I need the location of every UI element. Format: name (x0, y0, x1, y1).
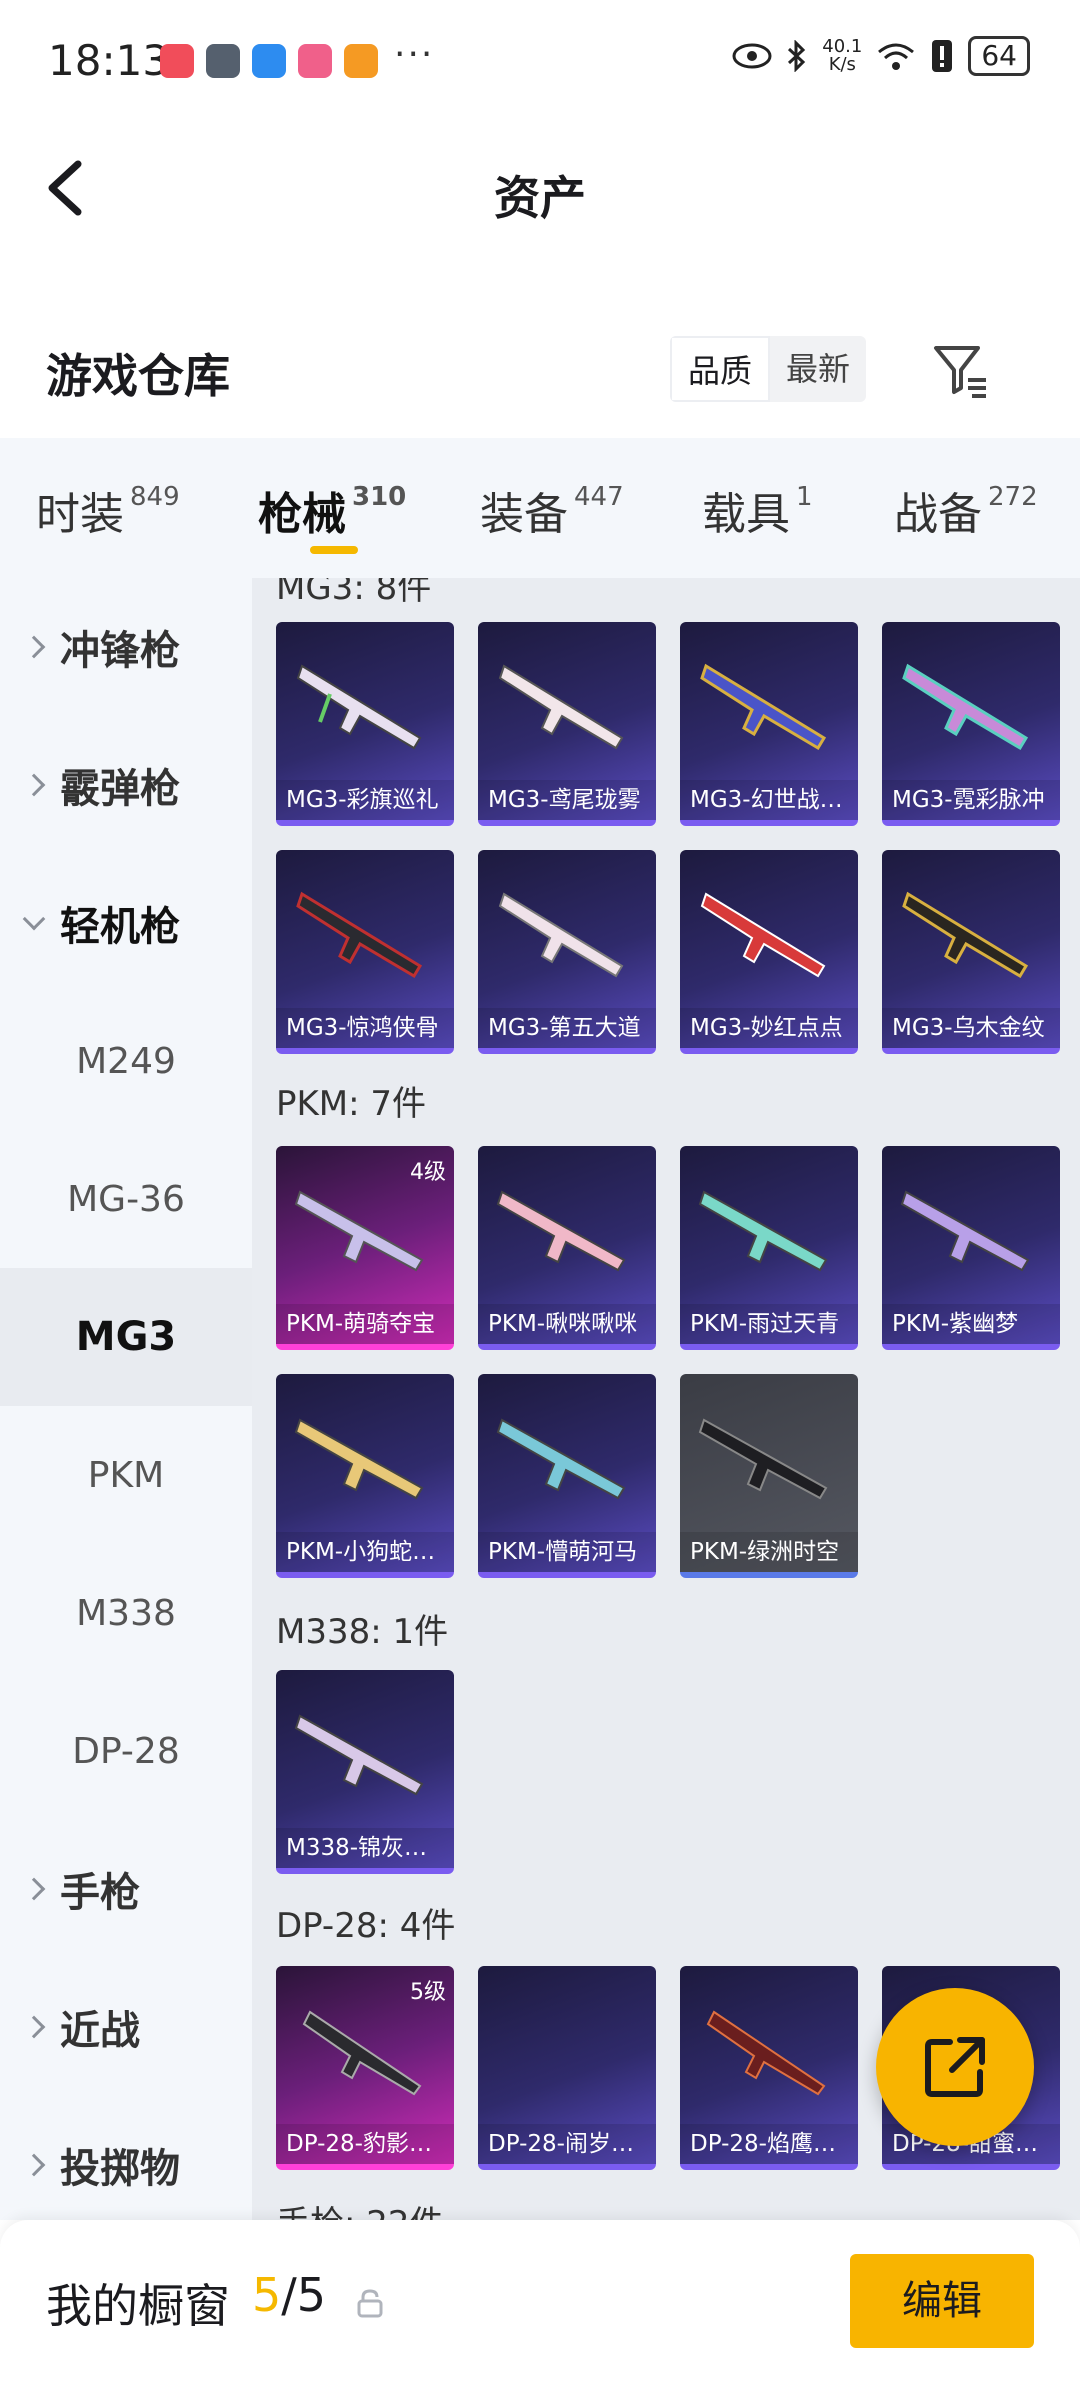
skin-card[interactable]: PKM-紫幽梦 (882, 1146, 1060, 1350)
sort-quality-button[interactable]: 品质 (670, 336, 771, 402)
section-heading-pistol: 手枪: 22件 (276, 2196, 444, 2220)
skin-card[interactable]: MG3-彩旗巡礼 (276, 622, 454, 826)
active-tab-indicator (310, 546, 358, 554)
sort-toggle: 品质 最新 (670, 336, 867, 402)
lmg-icon (296, 664, 422, 750)
lmg-icon (496, 1190, 626, 1272)
chevron-right-icon (22, 635, 46, 659)
chevron-right-icon (22, 2153, 46, 2177)
game-app-icon (206, 44, 240, 78)
skin-card[interactable]: 4级 PKM-萌骑夺宝 (276, 1146, 454, 1350)
section-heading-pkm: PKM: 7件 (276, 1084, 427, 1124)
sort-latest-button[interactable]: 最新 (770, 336, 866, 402)
sidebar-item-melee[interactable]: 近战 (0, 1958, 252, 2096)
wifi-icon (878, 43, 915, 70)
showcase-bar: 我的橱窗 5/5 编辑 (0, 2220, 1080, 2382)
bluetooth-icon (788, 40, 806, 72)
filter-icon[interactable] (930, 340, 990, 400)
level-badge: 5级 (410, 1980, 446, 2005)
skin-card[interactable]: 5级 DP-28-豹影… (276, 1966, 454, 2170)
lmg-icon (902, 663, 1029, 751)
skin-card[interactable]: PKM-懵萌河马 (478, 1374, 656, 1578)
weapon-type-sidebar: 冲锋枪 霰弹枪 轻机枪 M249 MG-36 MG3 PKM M338 DP-2… (0, 578, 252, 2220)
skin-card[interactable]: MG3-第五大道 (478, 850, 656, 1054)
tab-equipment[interactable]: 装备 447 (480, 478, 624, 542)
lmg-icon (900, 1190, 1030, 1272)
skin-card[interactable]: PKM-绿洲时空 (680, 1374, 858, 1578)
network-speed: 40.1 K/s (822, 36, 863, 75)
edit-button[interactable]: 编辑 (850, 2254, 1034, 2348)
notification-icons (160, 44, 378, 78)
skin-card[interactable]: MG3-幻世战… (680, 622, 858, 826)
category-tabs: 时装 849 枪械 310 装备 447 载具 1 战备 272 (0, 438, 1080, 578)
lmg-icon (496, 1418, 626, 1500)
lock-icon (357, 2289, 383, 2318)
showcase-label: 我的橱窗 (46, 2279, 230, 2333)
skin-card[interactable]: PKM-啾咪啾咪 (478, 1146, 656, 1350)
share-fab-button[interactable] (876, 1988, 1034, 2146)
share-external-icon (925, 2037, 985, 2097)
shopping-app-icon (160, 44, 194, 78)
sidebar-item-lmg[interactable]: 轻机枪 (0, 854, 252, 992)
lmg-icon (296, 891, 423, 979)
lmg-icon (700, 892, 826, 978)
skin-card[interactable]: PKM-雨过天青 (680, 1146, 858, 1350)
status-bar: 18:13 ··· 40.1 K/s 64 (0, 0, 1080, 120)
bluetooth-app-icon (252, 44, 286, 78)
skin-card[interactable]: MG3-鸢尾珑雾 (478, 622, 656, 826)
page-title: 资产 (494, 171, 586, 225)
sidebar-item-m338[interactable]: M338 (0, 1544, 252, 1682)
sidebar-item-mg3[interactable]: MG3 (0, 1268, 252, 1406)
more-notifications-icon: ··· (394, 34, 435, 75)
sidebar-item-m249[interactable]: M249 (0, 992, 252, 1130)
lmg-icon (902, 891, 1029, 979)
chevron-right-icon (22, 1877, 46, 1901)
skin-card[interactable]: MG3-妙红点点 (680, 850, 858, 1054)
showcase-count: 5/5 (252, 2268, 327, 2322)
lmg-icon (498, 892, 624, 978)
sidebar-item-mg36[interactable]: MG-36 (0, 1130, 252, 1268)
sidebar-item-shotgun[interactable]: 霰弹枪 (0, 716, 252, 854)
tab-vehicles[interactable]: 载具 1 (702, 478, 813, 542)
status-time: 18:13 (48, 36, 170, 85)
alert-icon (932, 40, 953, 72)
lmg-icon (706, 2010, 826, 2096)
tab-firearms[interactable]: 枪械 310 (258, 478, 406, 542)
lmg-icon (698, 1190, 828, 1272)
skin-card[interactable]: DP-28-闹岁… (478, 1966, 656, 2170)
warehouse-title: 游戏仓库 (46, 349, 230, 403)
lmg-icon (294, 1714, 424, 1796)
chevron-right-icon (22, 773, 46, 797)
skin-card[interactable]: MG3-惊鸿侠骨 (276, 850, 454, 1054)
sidebar-item-throwables[interactable]: 投掷物 (0, 2096, 252, 2234)
tab-supplies[interactable]: 战备 272 (894, 478, 1038, 542)
skin-card[interactable]: M338-锦灰… (276, 1670, 454, 1874)
title-bar: 资产 (0, 120, 1080, 260)
status-right: 40.1 K/s 64 (732, 36, 1030, 76)
sidebar-item-smg[interactable]: 冲锋枪 (0, 578, 252, 716)
sidebar-item-pistol[interactable]: 手枪 (0, 1820, 252, 1958)
sidebar-item-pkm[interactable]: PKM (0, 1406, 252, 1544)
lmg-icon (498, 664, 624, 750)
video-app-icon (344, 44, 378, 78)
weapon-skin-grid: MG3: 8件 MG3-彩旗巡礼 MG3-鸢尾珑雾 MG3-幻世战… MG3-霓… (252, 578, 1080, 2220)
battery-indicator: 64 (968, 36, 1030, 76)
level-badge: 4级 (410, 1160, 446, 1185)
tab-fashion[interactable]: 时装 849 (36, 478, 180, 542)
lmg-icon (700, 663, 827, 751)
section-heading-dp28: DP-28: 4件 (276, 1906, 456, 1946)
skin-card[interactable]: DP-28-焰鹰… (680, 1966, 858, 2170)
bilibili-app-icon (298, 44, 332, 78)
section-heading-mg3: MG3: 8件 (276, 578, 432, 608)
eye-icon (732, 43, 772, 69)
sidebar-item-dp28[interactable]: DP-28 (0, 1682, 252, 1820)
skin-card[interactable]: MG3-乌木金纹 (882, 850, 1060, 1054)
chevron-down-icon (22, 907, 46, 931)
skin-card[interactable]: PKM-小狗蛇… (276, 1374, 454, 1578)
lmg-icon (698, 1418, 828, 1500)
skin-card[interactable]: MG3-霓彩脉冲 (882, 622, 1060, 826)
chevron-right-icon (22, 2015, 46, 2039)
section-heading-m338: M338: 1件 (276, 1612, 449, 1652)
lmg-icon (294, 1418, 424, 1500)
